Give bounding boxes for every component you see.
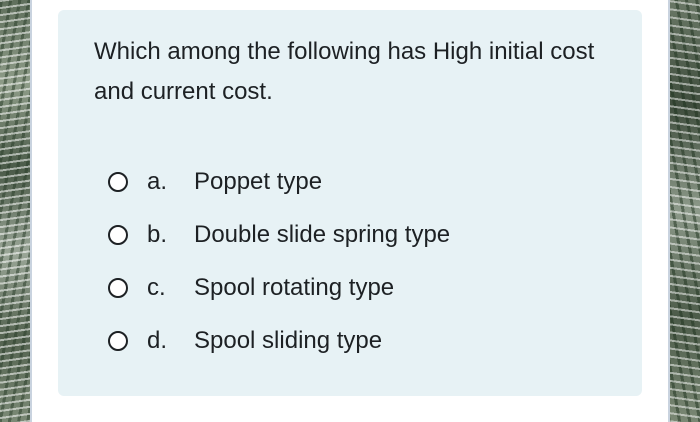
- option-letter: b.: [147, 220, 168, 248]
- background-photo-left: [0, 0, 32, 422]
- option-label[interactable]: Spool sliding type: [194, 327, 382, 355]
- option-label[interactable]: Poppet type: [194, 168, 322, 196]
- option-d[interactable]: d. Spool sliding type: [108, 314, 450, 367]
- option-letter: c.: [147, 273, 166, 301]
- option-b[interactable]: b. Double slide spring type: [108, 208, 450, 261]
- radio-button-a[interactable]: [108, 171, 128, 192]
- radio-button-c[interactable]: [108, 277, 128, 298]
- answer-options: a. Poppet type b. Double slide spring ty…: [108, 155, 450, 367]
- quiz-page: Which among the following has High initi…: [32, 0, 668, 422]
- radio-button-d[interactable]: [108, 330, 128, 351]
- background-photo-right: [668, 0, 700, 422]
- question-card: Which among the following has High initi…: [58, 10, 642, 396]
- option-letter: a.: [147, 167, 168, 195]
- option-letter: d.: [147, 326, 168, 354]
- option-label[interactable]: Spool rotating type: [194, 274, 394, 302]
- question-text: Which among the following has High initi…: [94, 38, 595, 105]
- option-a[interactable]: a. Poppet type: [108, 155, 450, 208]
- option-label[interactable]: Double slide spring type: [194, 221, 450, 249]
- radio-button-b[interactable]: [108, 224, 128, 245]
- option-c[interactable]: c. Spool rotating type: [108, 261, 450, 314]
